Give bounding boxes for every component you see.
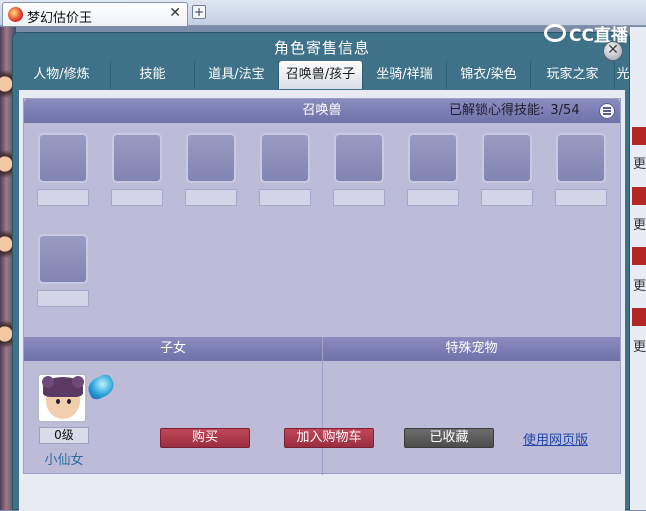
background-text: 更 <box>633 340 646 355</box>
background-red-tag <box>632 127 646 145</box>
tab-character[interactable]: 人物/修炼 <box>13 61 111 89</box>
close-dialog-button[interactable]: ✕ <box>603 41 623 61</box>
summon-slot[interactable] <box>112 133 162 183</box>
summon-panel: 召唤兽 已解锁心得技能: 3/54 子女 特殊宠物 0级 小仙女 <box>23 98 621 475</box>
child-level: 0级 <box>39 427 89 444</box>
new-tab-button[interactable]: + <box>192 5 206 19</box>
tab-skills[interactable]: 技能 <box>111 61 195 89</box>
skills-unlocked: 已解锁心得技能: 3/54 <box>449 99 580 123</box>
web-version-link[interactable]: 使用网页版 <box>523 429 588 448</box>
tab-mounts[interactable]: 坐骑/祥瑞 <box>363 61 447 89</box>
section-divider <box>322 337 323 475</box>
summon-slot[interactable] <box>556 133 606 183</box>
background-red-tag <box>632 187 646 205</box>
child-hair-bun <box>72 376 84 388</box>
summon-slot-label <box>185 189 237 206</box>
summon-slot[interactable] <box>482 133 532 183</box>
summon-slot-label <box>37 290 89 307</box>
browser-tab[interactable]: 梦幻估价王 ✕ <box>2 2 188 26</box>
special-pets-header: 特殊宠物 <box>323 337 620 361</box>
child-eye <box>67 399 71 404</box>
child-name[interactable]: 小仙女 <box>29 449 99 468</box>
tab-summons-children[interactable]: 召唤兽/孩子 <box>279 61 363 89</box>
summon-slot-label <box>481 189 533 206</box>
summon-slot-label <box>259 189 311 206</box>
children-header: 子女 <box>24 337 322 361</box>
background-text: 更 <box>633 157 646 172</box>
summon-slot[interactable] <box>260 133 310 183</box>
tab-more[interactable]: 光 <box>615 61 631 89</box>
summon-slot-label <box>333 189 385 206</box>
child-eye <box>56 399 60 404</box>
summon-slot-label <box>111 189 163 206</box>
add-to-cart-button[interactable]: 加入购物车 <box>284 428 374 448</box>
summon-slot[interactable] <box>38 133 88 183</box>
summon-slot[interactable] <box>408 133 458 183</box>
app-favicon-icon <box>8 7 23 22</box>
child-hair-bun <box>42 376 54 388</box>
browser-tab-title: 梦幻估价王 <box>27 11 93 26</box>
summon-menu-button[interactable] <box>599 103 615 119</box>
dialog-title: 角色寄售信息 <box>273 39 370 57</box>
summon-slot-label <box>555 189 607 206</box>
tab-player-home[interactable]: 玩家之家 <box>531 61 615 89</box>
tab-items[interactable]: 道具/法宝 <box>195 61 279 89</box>
skills-unlocked-value: 3/54 <box>550 103 580 118</box>
background-red-tag <box>632 308 646 326</box>
buy-button[interactable]: 购买 <box>160 428 250 448</box>
summon-slot[interactable] <box>186 133 236 183</box>
summon-slot-label <box>37 189 89 206</box>
child-gem-icon <box>84 372 118 402</box>
summon-slot-label <box>407 189 459 206</box>
background-text: 更 <box>633 279 646 294</box>
summon-slot[interactable] <box>334 133 384 183</box>
cc-logo-icon <box>544 24 566 42</box>
tab-outfits[interactable]: 锦衣/染色 <box>447 61 531 89</box>
close-tab-icon[interactable]: ✕ <box>169 5 181 21</box>
dialog-tabs: 人物/修炼 技能 道具/法宝 召唤兽/孩子 坐骑/祥瑞 锦衣/染色 玩家之家 光 <box>13 61 631 89</box>
skills-unlocked-label: 已解锁心得技能: <box>449 103 545 118</box>
summon-header: 召唤兽 已解锁心得技能: 3/54 <box>24 99 620 123</box>
background-red-tag <box>632 247 646 265</box>
summon-slot[interactable] <box>38 234 88 284</box>
child-avatar[interactable] <box>37 373 87 423</box>
collected-button[interactable]: 已收藏 <box>404 428 494 448</box>
background-text: 更 <box>633 218 646 233</box>
background-list-strip-right: 更 更 更 更 <box>630 27 646 510</box>
cc-logo-text: CC直播 <box>569 25 628 46</box>
